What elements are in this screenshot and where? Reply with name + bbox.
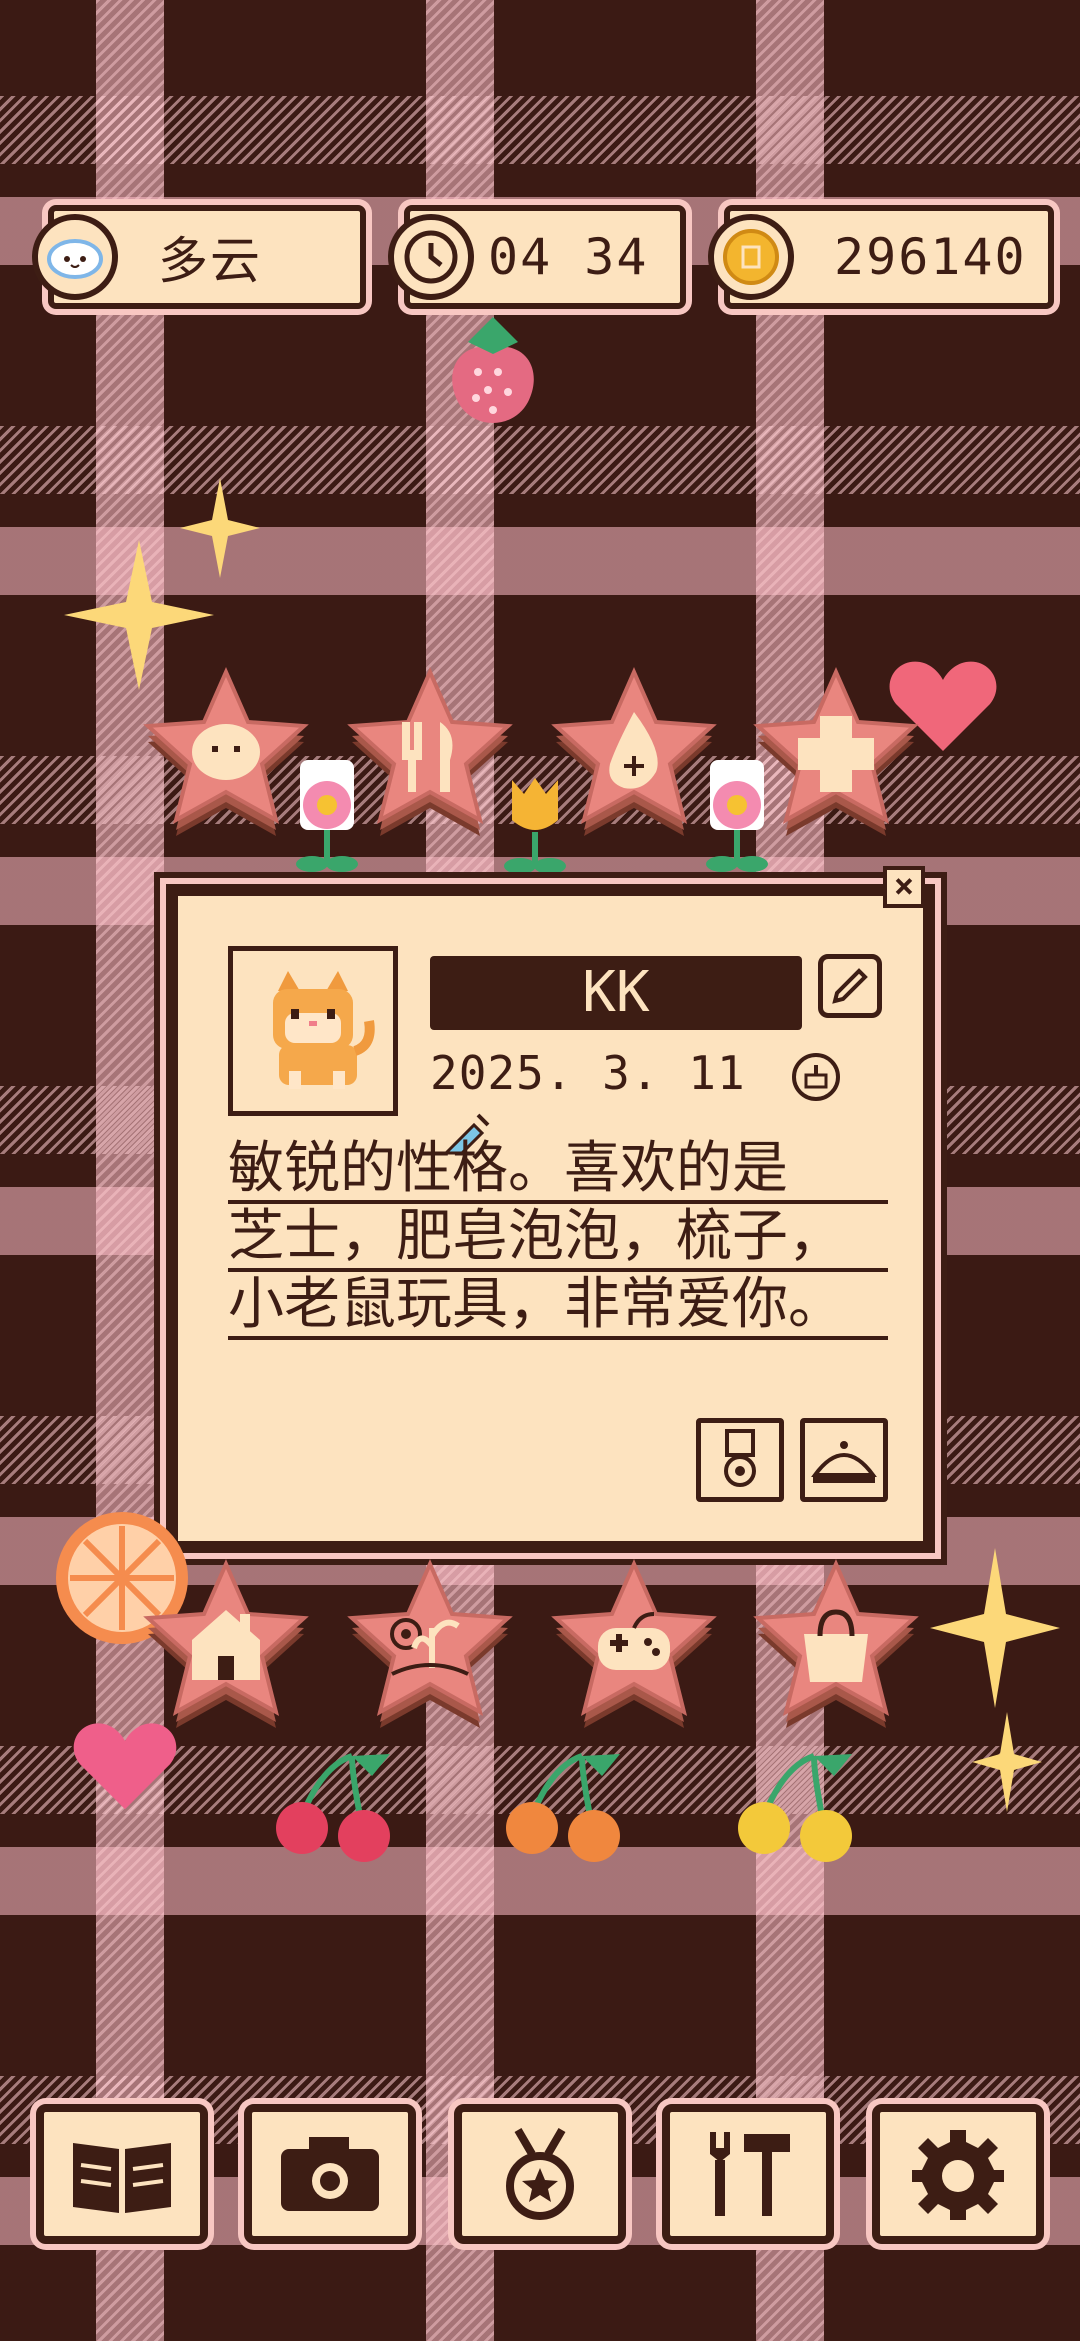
sparkle-icon — [930, 1548, 1060, 1712]
nav-medal[interactable] — [454, 2104, 626, 2244]
cherries-icon — [272, 1736, 402, 1870]
cherries-icon — [502, 1736, 632, 1870]
clock-icon — [388, 214, 474, 300]
bag-icon — [804, 1609, 868, 1682]
pet-description: 敏锐的性格。喜欢的是 芝士，肥皂泡泡，梳子， 小老鼠玩具，非常爱你。 — [228, 1136, 888, 1340]
medal-icon — [506, 2127, 574, 2220]
nav-settings[interactable] — [872, 2104, 1044, 2244]
nav-book[interactable] — [36, 2104, 208, 2244]
weather-pill[interactable]: 多云 — [32, 205, 366, 309]
sparkle-icon — [972, 1712, 1042, 1816]
pet-avatar — [228, 946, 398, 1116]
gamepad-icon — [598, 1612, 670, 1670]
shop-star-button[interactable] — [746, 1556, 926, 1736]
food-bowl-button[interactable] — [800, 1418, 888, 1502]
book-icon — [73, 2143, 171, 2213]
birthday-text: 2025. 3. 11 — [430, 1046, 746, 1100]
weather-label: 多云 — [158, 232, 262, 290]
plant-icon — [390, 1618, 469, 1676]
water-drop-icon — [609, 712, 658, 789]
strawberry-icon — [438, 312, 548, 441]
water-star-button[interactable] — [544, 664, 724, 844]
flower-icon — [292, 760, 362, 884]
description-line: 芝士，肥皂泡泡，梳子， — [228, 1204, 888, 1272]
food-star-button[interactable] — [340, 664, 520, 844]
flower-icon — [702, 760, 772, 884]
bread-icon — [192, 724, 260, 780]
gear-icon — [912, 2130, 1004, 2220]
close-card-button[interactable]: × — [883, 866, 925, 908]
fork-knife-icon — [402, 722, 453, 792]
home-star-button[interactable] — [136, 1556, 316, 1736]
plus-cross-icon — [798, 716, 874, 792]
birthday-cake-icon — [792, 1052, 841, 1101]
medal-button[interactable] — [696, 1418, 784, 1502]
clock-pill[interactable]: 04 34 — [388, 205, 686, 309]
camera-icon — [281, 2137, 379, 2211]
pet-profile-card: KK 2025. 3. 11 敏锐的性格。喜欢的是 芝士，肥皂泡泡，梳子， 小老… — [166, 884, 935, 1553]
health-star-button[interactable] — [746, 664, 926, 844]
coins-pill[interactable]: 296140 — [708, 205, 1054, 309]
pet-name: KK — [430, 956, 802, 1030]
nav-tools[interactable] — [662, 2104, 834, 2244]
tulip-icon — [500, 770, 570, 884]
cloud-face-icon — [32, 214, 118, 300]
game-star-button[interactable] — [544, 1556, 724, 1736]
house-icon — [192, 1610, 260, 1680]
coins-value: 296140 — [834, 228, 1027, 286]
edit-name-button[interactable] — [818, 954, 882, 1018]
description-line: 小老鼠玩具，非常爱你。 — [228, 1272, 888, 1340]
description-line: 敏锐的性格。喜欢的是 — [228, 1136, 888, 1204]
tools-icon — [710, 2132, 790, 2216]
bread-star-button[interactable] — [136, 664, 316, 844]
coin-icon — [708, 214, 794, 300]
cherries-icon — [734, 1736, 864, 1870]
nav-camera[interactable] — [244, 2104, 416, 2244]
clock-time: 04 34 — [488, 228, 649, 286]
garden-star-button[interactable] — [340, 1556, 520, 1736]
